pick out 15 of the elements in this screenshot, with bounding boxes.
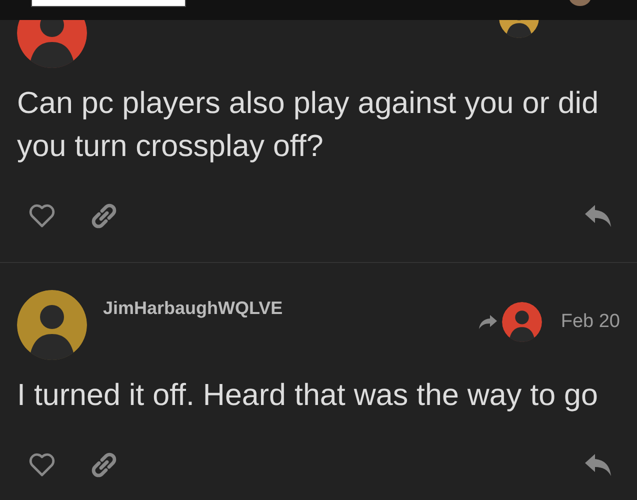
reply-to-avatar[interactable] (499, 20, 539, 38)
username[interactable]: JimHarbaughWQLVE (103, 298, 478, 319)
user-avatar[interactable] (17, 20, 87, 68)
post-text: I turned it off. Heard that was the way to go (17, 377, 599, 414)
post-text: Can pc players also play against you or did you turn crossplay off? (17, 85, 600, 165)
link-icon[interactable] (90, 451, 118, 479)
link-icon[interactable] (90, 202, 118, 230)
post-date[interactable]: Feb 20 (560, 311, 620, 333)
share-arrow-icon (478, 314, 498, 330)
reply-to-avatar[interactable] (502, 302, 542, 342)
user-avatar[interactable] (17, 290, 87, 360)
heart-icon[interactable] (29, 453, 55, 477)
reply-icon[interactable] (584, 204, 612, 228)
heart-icon[interactable] (29, 204, 55, 228)
reply-icon[interactable] (584, 453, 612, 477)
